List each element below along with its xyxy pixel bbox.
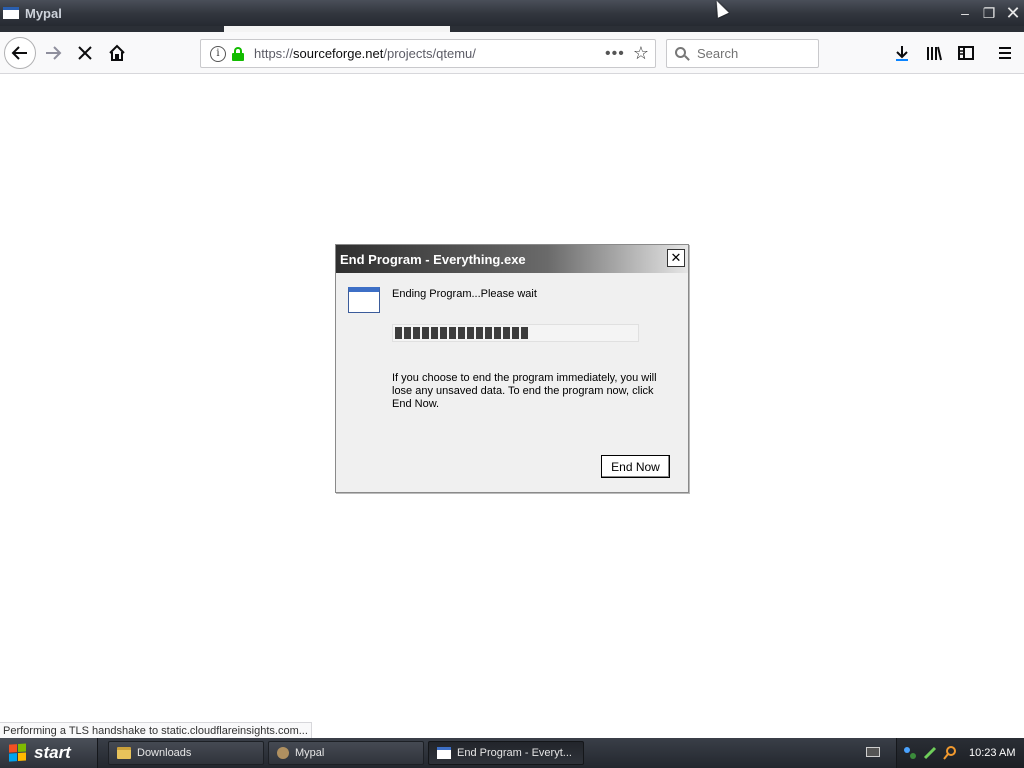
progress-segment — [440, 327, 447, 339]
dialog-title: End Program - Everything.exe — [340, 251, 526, 267]
progress-segment — [521, 327, 528, 339]
restore-button[interactable]: ❐ — [978, 2, 1000, 24]
dialog-close-button[interactable]: ✕ — [667, 249, 685, 267]
end-now-button[interactable]: End Now — [601, 455, 670, 478]
url-bar[interactable]: i https://sourceforge.net/projects/qtemu… — [200, 39, 656, 68]
progress-segment — [512, 327, 519, 339]
url-scheme: https:// — [254, 46, 294, 61]
home-icon — [109, 44, 125, 61]
download-arrow-icon — [896, 46, 908, 61]
taskbar: start Downloads Mypal End Program - Ever… — [0, 738, 1024, 768]
forward-arrow-icon — [46, 46, 62, 60]
taskbar-item-downloads[interactable]: Downloads — [108, 741, 264, 765]
progress-segment — [422, 327, 429, 339]
back-arrow-icon — [11, 46, 27, 60]
taskbar-item-label: Downloads — [137, 747, 192, 759]
app-icon — [3, 7, 19, 19]
network-icon[interactable] — [903, 746, 917, 760]
bookmark-star-icon[interactable]: ☆ — [633, 43, 649, 64]
dialog-status-text: Ending Program...Please wait — [392, 288, 537, 300]
progress-segment — [494, 327, 501, 339]
start-button[interactable]: start — [0, 738, 98, 768]
progress-segment — [485, 327, 492, 339]
library-icon — [927, 46, 942, 61]
progress-segment — [413, 327, 420, 339]
sidebar-icon — [958, 46, 974, 60]
system-tray: 10:23 AM — [896, 738, 1024, 768]
dialog-titlebar: End Program - Everything.exe — [336, 245, 688, 273]
close-window-button[interactable]: ✕ — [1002, 2, 1024, 24]
safely-remove-icon[interactable] — [923, 746, 937, 760]
hamburger-menu-icon — [999, 47, 1011, 59]
end-program-dialog: End Program - Everything.exe ✕ Ending Pr… — [335, 244, 689, 493]
progress-segment — [467, 327, 474, 339]
search-placeholder: Search — [697, 46, 739, 61]
url-path: /projects/qtemu/ — [383, 46, 476, 61]
progress-segment — [503, 327, 510, 339]
search-tray-icon[interactable] — [943, 746, 957, 760]
progress-segment — [449, 327, 456, 339]
dialog-message: If you choose to end the program immedia… — [392, 372, 657, 410]
windows-logo-icon — [9, 743, 27, 762]
downloads-button[interactable] — [890, 41, 914, 65]
page-actions-menu-icon[interactable]: ••• — [605, 45, 625, 63]
library-button[interactable] — [922, 41, 946, 65]
program-window-icon — [348, 287, 380, 313]
progress-fill — [395, 327, 528, 339]
home-button[interactable] — [102, 38, 132, 68]
stop-icon — [78, 46, 92, 60]
clock[interactable]: 10:23 AM — [969, 747, 1015, 759]
site-info-icon[interactable]: i — [210, 45, 226, 62]
search-icon — [675, 46, 690, 61]
progress-segment — [404, 327, 411, 339]
start-label: start — [34, 743, 71, 762]
menu-button[interactable] — [993, 41, 1017, 65]
mypal-browser-icon — [277, 747, 289, 759]
window-icon — [437, 747, 451, 759]
keyboard-layout-icon[interactable] — [866, 747, 880, 757]
window-controls: – ❐ ✕ — [954, 2, 1024, 24]
folder-icon — [117, 747, 131, 759]
sidebar-toggle-button[interactable] — [954, 41, 978, 65]
taskbar-item-label: Mypal — [295, 747, 325, 759]
progress-segment — [395, 327, 402, 339]
lock-icon[interactable] — [232, 46, 244, 61]
taskbar-item-end-program[interactable]: End Program - Everyt... — [428, 741, 584, 765]
minimize-button[interactable]: – — [954, 2, 976, 24]
status-text: Performing a TLS handshake to static.clo… — [0, 722, 312, 738]
navigation-toolbar: i https://sourceforge.net/projects/qtemu… — [0, 32, 1024, 74]
url-domain: sourceforge.net — [293, 46, 384, 61]
taskbar-item-label: End Program - Everyt... — [457, 747, 572, 759]
window-titlebar: Mypal – ❐ ✕ — [0, 0, 1024, 26]
search-bar[interactable]: Search — [666, 39, 819, 68]
url-text[interactable]: https://sourceforge.net/projects/qtemu/ — [254, 46, 605, 61]
progress-segment — [476, 327, 483, 339]
stop-button[interactable] — [70, 38, 100, 68]
window-title: Mypal — [25, 5, 62, 21]
back-button[interactable] — [4, 37, 36, 69]
progress-segment — [431, 327, 438, 339]
taskbar-item-mypal[interactable]: Mypal — [268, 741, 424, 765]
forward-button[interactable] — [38, 38, 68, 68]
progress-segment — [458, 327, 465, 339]
progress-bar — [392, 324, 639, 342]
